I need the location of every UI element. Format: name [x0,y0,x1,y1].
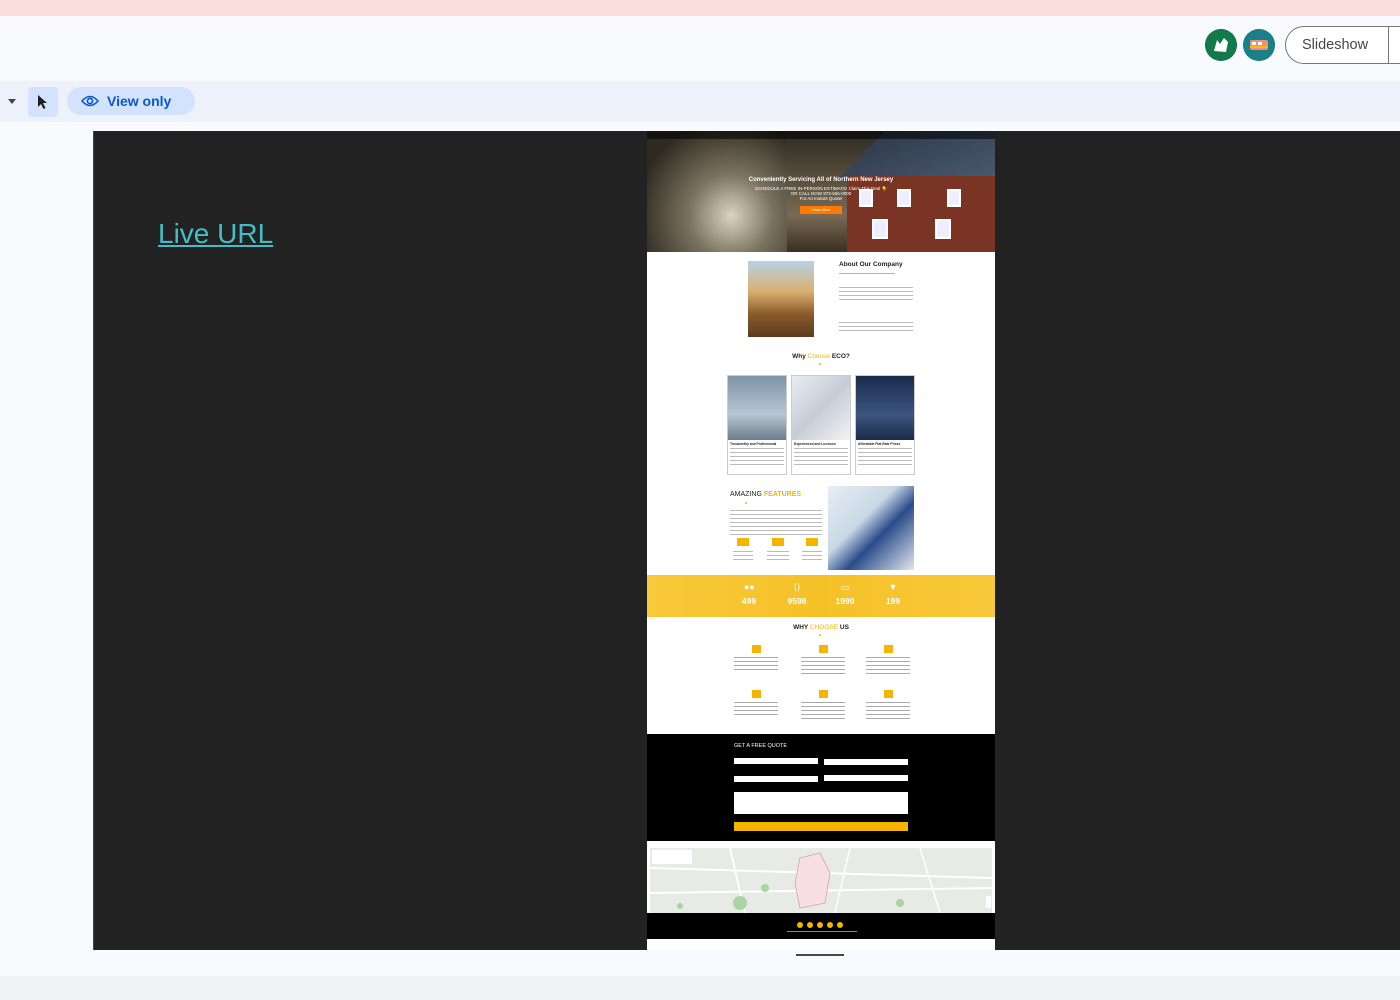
social-icon [817,922,823,928]
eye-icon [81,95,99,107]
map-embed [650,848,992,913]
quote-submit [734,822,908,831]
website-screenshot-image: Conveniently Servicing All of Northern N… [647,131,995,950]
hero-subtitle-3: For An Instant Quote! [799,196,843,201]
view-only-mode-button[interactable]: View only [67,87,195,115]
stats-band [647,575,995,617]
quote-field [824,759,908,765]
why-choose-title: Why Choose ECO? [792,353,850,360]
users-icon: ●● [744,582,755,592]
hero-button: Learn More [800,206,842,214]
cursor-arrow-icon [38,95,47,109]
social-icon [827,922,833,928]
stat-value: 199 [885,596,901,606]
quote-message-field [734,792,908,814]
hero-title: Conveniently Servicing All of Northern N… [748,177,894,183]
slideshow-split-divider [1388,26,1389,64]
app-header [0,16,1400,81]
why-icon [819,690,828,698]
feature-icon [806,538,818,546]
feature-card: Trustworthy and Professional [727,375,787,475]
quote-field [824,775,908,781]
feature-card: Affordable Flat-Rate Prices [855,375,915,475]
why-icon [752,645,761,653]
toolbar [0,81,1400,122]
quote-title: GET A FREE QUOTE [734,743,788,749]
select-tool-button[interactable] [28,87,58,117]
why-choose-us-title: WHY CHOOSE US [793,624,849,631]
top-banner [0,0,1400,16]
slideshow-button[interactable]: Slideshow [1285,26,1400,64]
stat-value: 9598 [787,596,807,606]
about-image [748,261,814,337]
live-url-link[interactable]: Live URL [158,218,273,250]
plumber-image [828,486,914,570]
animal-avatar-icon [1205,29,1237,61]
collaborator-avatar-2[interactable] [1243,29,1275,61]
scroll-handle[interactable] [796,954,844,956]
hero-section: Conveniently Servicing All of Northern N… [647,131,995,252]
why-icon [884,690,893,698]
chevron-down-icon[interactable] [8,99,16,104]
collaborator-avatar-1[interactable] [1205,29,1237,61]
feature-icon [772,538,784,546]
feature-icon [737,538,749,546]
map-graphic [650,848,992,913]
about-paragraph-2 [839,322,913,334]
why-icon [884,645,893,653]
stat-value: 1999 [835,596,855,606]
bus-avatar-icon [1243,29,1275,61]
features-paragraph [730,510,822,538]
quote-field [734,776,818,782]
why-icon [819,645,828,653]
why-icon [752,690,761,698]
social-icon [797,922,803,928]
amazing-features-title: AMAZING FEATURES [730,491,802,498]
monitor-icon: ▭ [840,582,850,592]
stat-value: 499 [741,596,757,606]
about-title: About Our Company [839,261,903,268]
about-paragraph-1 [839,287,913,303]
speaker-notes-bar [0,976,1400,1000]
social-icon [837,922,843,928]
social-icon [807,922,813,928]
view-only-label: View only [107,93,172,109]
feature-card: Experienced and Licensed [791,375,851,475]
code-icon: ⟨⟩ [793,582,801,592]
quote-field [734,758,818,764]
trophy-icon: ▼ [888,582,898,592]
